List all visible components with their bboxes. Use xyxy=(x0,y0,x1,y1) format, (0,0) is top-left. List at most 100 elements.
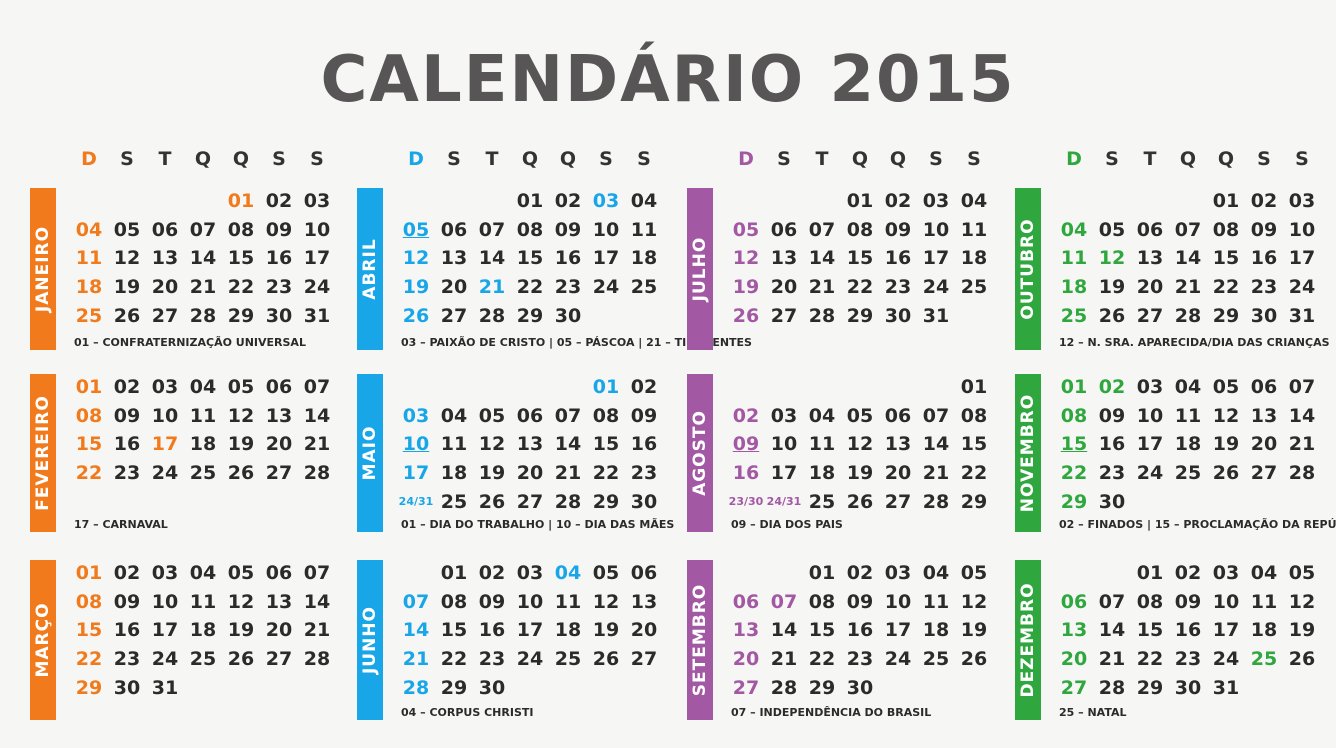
day-cell: 25 xyxy=(1250,648,1278,671)
day-cell: 11 xyxy=(922,590,950,613)
day-cell: 16 xyxy=(1098,433,1126,456)
day-cell: 24 xyxy=(922,276,950,299)
day-cell: 10 xyxy=(303,218,331,241)
day-cell: 16 xyxy=(1174,619,1202,642)
day-cell: 04 xyxy=(960,190,988,212)
day-cell: 28 xyxy=(303,462,331,485)
day-cell: 27 xyxy=(1060,676,1088,699)
day-cell: 06 xyxy=(151,218,179,241)
day-cell: 11 xyxy=(1174,404,1202,427)
holiday-note: 17 – CARNAVAL xyxy=(74,518,168,531)
day-cell: 30 xyxy=(1174,676,1202,699)
day-cell: 28 xyxy=(770,676,798,699)
day-cell: 12 xyxy=(478,433,506,456)
day-cell: 29 xyxy=(227,304,255,327)
day-cell: 21 xyxy=(1098,648,1126,671)
month-setembro: SETEMBRO 01 02 03 04 05 06 07 08 09 10 11 12 13 14 15 16… xyxy=(687,560,987,720)
day-cell: 07 xyxy=(1098,590,1126,613)
weekday-label: Q xyxy=(1179,148,1197,170)
day-cell: 24/31 xyxy=(766,494,802,508)
day-cell: 22 xyxy=(846,276,874,299)
day-cell: 30 xyxy=(113,676,141,699)
weekday-label: Q xyxy=(521,148,539,170)
day-cell: 07 xyxy=(808,218,836,241)
day-cell: 29 xyxy=(960,490,988,513)
holiday-note: 07 – INDEPENDÊNCIA DO BRASIL xyxy=(731,706,932,719)
day-cell: 02 xyxy=(846,562,874,584)
day-cell: 15 xyxy=(1136,619,1164,642)
day-cell: 01 xyxy=(75,376,103,398)
day-cell: 09 xyxy=(1098,404,1126,427)
month-maio: MAIO 01 02 03 04 05 06 07 08 09 10 11 12 13 14 15 16 17 18… xyxy=(357,374,674,532)
day-cell: 04 xyxy=(189,562,217,584)
day-cell: 29 xyxy=(1060,490,1088,513)
weekday-label: S xyxy=(1257,148,1271,170)
weekday-label: S xyxy=(599,148,613,170)
day-cell: 19 xyxy=(592,619,620,642)
weekday-label: T xyxy=(1143,148,1157,170)
day-cell: 04 xyxy=(630,190,658,212)
day-cell: 03 xyxy=(884,562,912,584)
day-cell: 03 xyxy=(1288,190,1316,212)
day-cell: 20 xyxy=(770,276,798,299)
day-cell: 12 xyxy=(227,590,255,613)
day-cell: 22 xyxy=(960,462,988,485)
day-cell: 06 xyxy=(884,404,912,427)
day-cell: 05 xyxy=(1212,376,1240,398)
day-cell: 01 xyxy=(592,376,620,398)
weekday-label: T xyxy=(158,148,172,170)
day-cell: 24 xyxy=(516,648,544,671)
day-cell: 17 xyxy=(884,619,912,642)
day-cell: 01 xyxy=(960,376,988,398)
month-name: DEZEMBRO xyxy=(1018,582,1038,698)
day-cell: 06 xyxy=(1250,376,1278,398)
day-cell: 03 xyxy=(592,190,620,212)
day-cell: 09 xyxy=(1250,218,1278,241)
day-cell: 30 xyxy=(554,304,582,327)
day-cell: 30 xyxy=(478,676,506,699)
day-cell: 02 xyxy=(1098,376,1126,398)
day-cell: 28 xyxy=(1098,676,1126,699)
holiday-note: 25 – NATAL xyxy=(1059,706,1127,719)
day-cell: 15 xyxy=(1060,433,1088,456)
day-cell: 24 xyxy=(1212,648,1240,671)
day-cell: 12 xyxy=(402,247,430,270)
day-cell: 11 xyxy=(1250,590,1278,613)
day-cell: 16 xyxy=(265,247,293,270)
month-label-bar: SETEMBRO xyxy=(687,560,713,720)
day-cell: 14 xyxy=(554,433,582,456)
day-cell: 24 xyxy=(1136,462,1164,485)
day-cell: 08 xyxy=(1212,218,1240,241)
holiday-note: 01 – CONFRATERNIZAÇÃO UNIVERSAL xyxy=(74,336,306,349)
weekday-label: S xyxy=(777,148,791,170)
day-cell: 24/31 xyxy=(398,494,434,508)
day-cell: 06 xyxy=(630,562,658,584)
day-cell: 21 xyxy=(770,648,798,671)
day-cell: 11 xyxy=(189,404,217,427)
day-cell: 05 xyxy=(1098,218,1126,241)
day-cell: 16 xyxy=(732,462,760,485)
day-cell: 05 xyxy=(113,218,141,241)
weekday-label: Q xyxy=(851,148,869,170)
day-cell: 16 xyxy=(630,433,658,456)
month-label-bar: JANEIRO xyxy=(30,188,56,350)
day-cell: 23 xyxy=(846,648,874,671)
day-cell: 28 xyxy=(189,304,217,327)
day-cell: 16 xyxy=(478,619,506,642)
day-cell: 22 xyxy=(227,276,255,299)
day-cell: 30 xyxy=(1250,304,1278,327)
day-cell: 09 xyxy=(265,218,293,241)
month-name: JUNHO xyxy=(360,605,380,675)
day-cell: 25 xyxy=(75,304,103,327)
day-cell: 01 xyxy=(75,562,103,584)
weekday-label: Q xyxy=(1217,148,1235,170)
day-cell: 23 xyxy=(630,462,658,485)
day-cell: 04 xyxy=(808,404,836,427)
day-cell: 17 xyxy=(303,247,331,270)
day-cell: 15 xyxy=(846,247,874,270)
day-cell: 05 xyxy=(846,404,874,427)
day-cell: 01 xyxy=(1060,376,1088,398)
day-cell: 27 xyxy=(151,304,179,327)
day-cell: 22 xyxy=(75,648,103,671)
day-cell: 21 xyxy=(554,462,582,485)
